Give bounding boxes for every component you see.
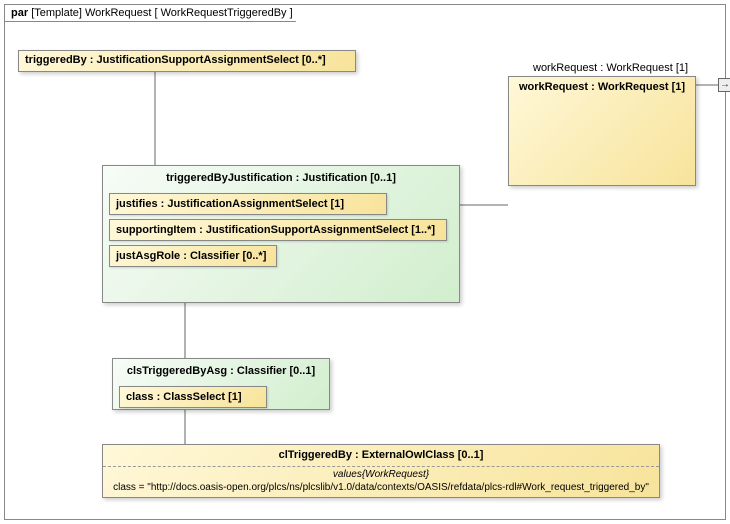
justasgrole-label: justAsgRole : Classifier [0..*] — [116, 250, 266, 262]
clstriggeredbyasg-title: clsTriggeredByAsg : Classifier [0..1] — [113, 361, 329, 382]
justifies-label: justifies : JustificationAssignmentSelec… — [116, 198, 344, 210]
justification-title: triggeredByJustification : Justification… — [103, 168, 459, 189]
cltriggeredby-values-caption: values{WorkRequest} — [103, 466, 659, 480]
triggeredby-title: triggeredBy : JustificationSupportAssign… — [25, 54, 326, 66]
justification-block[interactable]: triggeredByJustification : Justification… — [102, 165, 460, 303]
frame-kind: par — [11, 7, 28, 19]
frame-tab: par [Template] WorkRequest [ WorkRequest… — [4, 4, 304, 22]
frame-name: [ WorkRequestTriggeredBy ] — [155, 7, 293, 19]
cltriggeredby-block[interactable]: clTriggeredBy : ExternalOwlClass [0..1] … — [102, 444, 660, 498]
workrequest-external-label: workRequest : WorkRequest [1] — [533, 62, 688, 74]
supportingitem-label: supportingItem : JustificationSupportAss… — [116, 224, 435, 236]
workrequest-port[interactable]: → — [718, 78, 730, 92]
justifies-field[interactable]: justifies : JustificationAssignmentSelec… — [109, 193, 387, 215]
triggeredby-block[interactable]: triggeredBy : JustificationSupportAssign… — [18, 50, 356, 72]
cltriggeredby-title: clTriggeredBy : ExternalOwlClass [0..1] — [103, 445, 659, 466]
class-field[interactable]: class : ClassSelect [1] — [119, 386, 267, 408]
frame-context: [Template] WorkRequest — [31, 7, 151, 19]
clstriggeredbyasg-block[interactable]: clsTriggeredByAsg : Classifier [0..1] cl… — [112, 358, 330, 410]
supportingitem-field[interactable]: supportingItem : JustificationSupportAss… — [109, 219, 447, 241]
workrequest-block[interactable]: workRequest : WorkRequest [1] — [508, 76, 696, 186]
cltriggeredby-class-value: class = "http://docs.oasis-open.org/plcs… — [103, 480, 659, 497]
arrow-right-icon: → — [720, 79, 730, 90]
justasgrole-field[interactable]: justAsgRole : Classifier [0..*] — [109, 245, 277, 267]
class-field-label: class : ClassSelect [1] — [126, 391, 242, 403]
workrequest-title: workRequest : WorkRequest [1] — [509, 77, 695, 98]
